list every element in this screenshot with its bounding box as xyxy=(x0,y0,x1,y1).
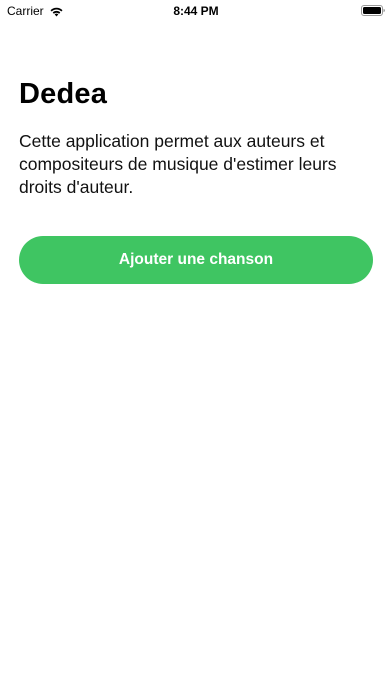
add-song-button[interactable]: Ajouter une chanson xyxy=(19,236,373,284)
main-content: Dedea Cette application permet aux auteu… xyxy=(19,76,373,199)
status-bar: Carrier 8:44 PM xyxy=(0,0,392,22)
page-title: Dedea xyxy=(19,78,108,110)
status-time: 8:44 PM xyxy=(173,4,219,18)
battery-icon xyxy=(361,5,385,16)
app-description: Cette application permet aux auteurs et … xyxy=(19,131,337,197)
